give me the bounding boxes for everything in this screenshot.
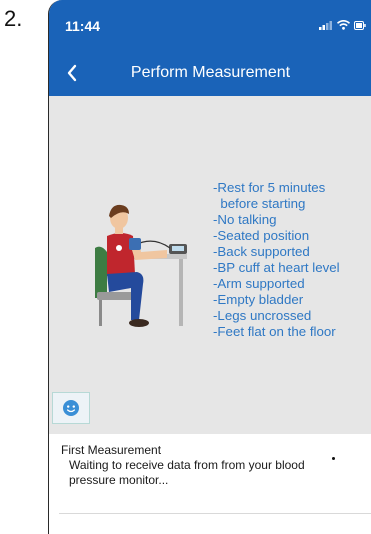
instruction-item: -Arm supported xyxy=(213,276,305,291)
divider xyxy=(59,513,371,514)
status-icons xyxy=(319,20,366,30)
measurement-title: First Measurement xyxy=(61,443,162,457)
status-time: 11:44 xyxy=(65,18,101,34)
instruction-item: -Seated position xyxy=(213,228,310,243)
instruction-item: -Empty bladder xyxy=(213,292,304,307)
phone-screen: 11:44 Perform Measurement -Rest for 5 mi… xyxy=(48,0,371,534)
instruction-item: -Rest for 5 minutes xyxy=(213,180,326,195)
battery-icon xyxy=(354,20,366,30)
wifi-icon xyxy=(337,20,350,30)
instruction-item: before starting xyxy=(213,196,306,211)
loading-indicator-icon xyxy=(332,457,335,460)
measurement-status-message: Waiting to receive data from from your b… xyxy=(69,458,305,487)
measurement-instructions: -Rest for 5 minutes before starting -No … xyxy=(213,180,340,340)
instruction-item: -Legs uncrossed xyxy=(213,308,312,323)
chat-face-icon xyxy=(63,400,79,416)
instruction-item: -Back supported xyxy=(213,244,310,259)
status-bar: 11:44 xyxy=(49,0,371,52)
instruction-item: -No talking xyxy=(213,212,277,227)
instruction-item: -Feet flat on the floor xyxy=(213,324,336,339)
measurement-status-panel: First Measurement Waiting to receive dat… xyxy=(49,434,371,534)
navigation-bar: Perform Measurement xyxy=(49,52,371,96)
chat-button[interactable] xyxy=(52,392,90,424)
signal-icon xyxy=(319,21,332,30)
instruction-item: -BP cuff at heart level xyxy=(213,260,340,275)
page-title: Perform Measurement xyxy=(130,64,291,81)
figure-number: 2. xyxy=(4,6,23,31)
seated-patient-illustration xyxy=(95,204,187,327)
